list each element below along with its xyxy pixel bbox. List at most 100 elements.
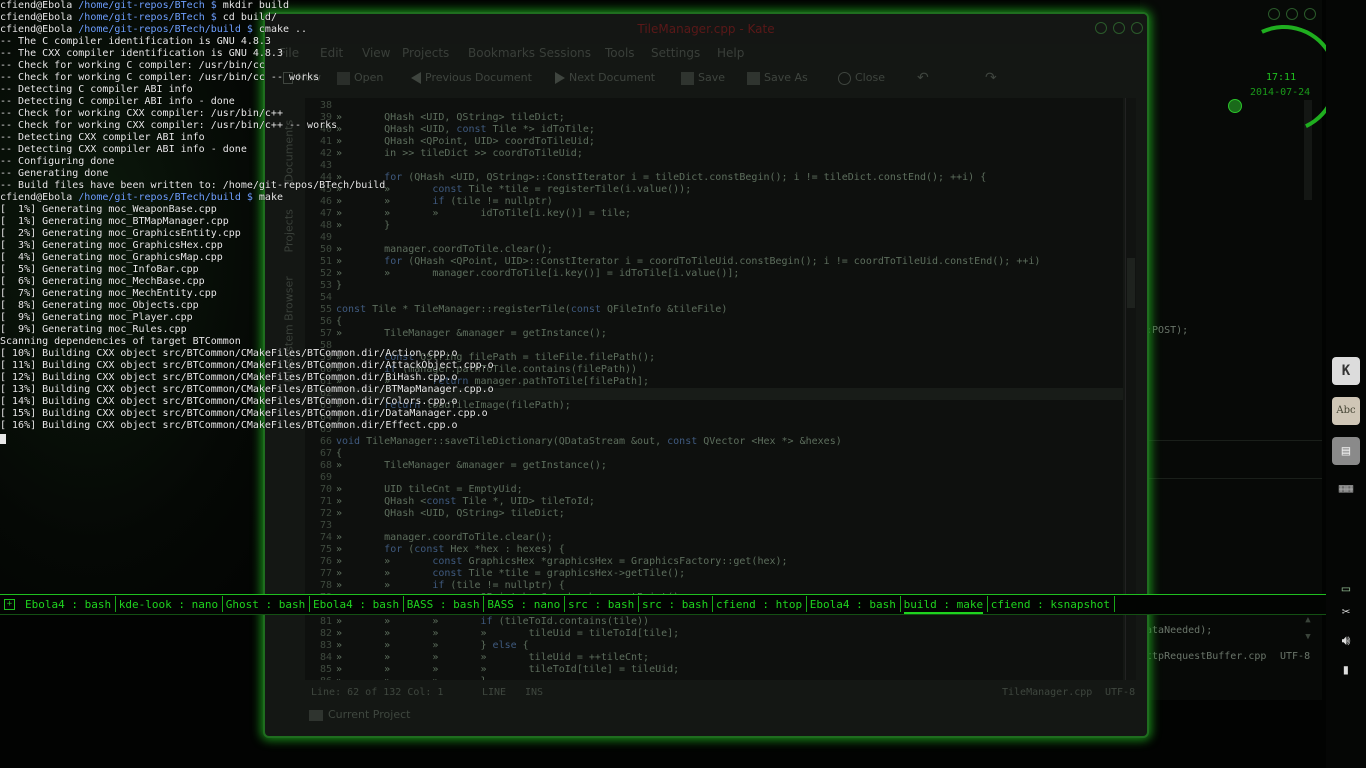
terminal-tab[interactable]: Ebola4 : bash <box>25 597 111 612</box>
code-text: » » » } else { <box>336 640 529 651</box>
bg-encoding: UTF-8 <box>1280 651 1311 662</box>
terminal-line: [ 7%] Generating moc_MechEntity.cpp <box>0 288 217 299</box>
tab-separator <box>309 596 310 612</box>
terminal-tab[interactable]: BASS : bash <box>407 597 480 612</box>
scrollbar-thumb[interactable] <box>1127 258 1135 308</box>
line-number: 85 <box>319 664 332 675</box>
bg-filename: HttpRequestBuffer.cpp <box>1140 651 1267 662</box>
prompt-user: cfiend@Ebola <box>0 192 73 203</box>
tab-separator <box>221 596 223 612</box>
terminal-line: -- Check for working CXX compiler: /usr/… <box>0 120 338 131</box>
command: cd build/ <box>216 12 277 23</box>
new-tab-icon[interactable]: + <box>4 599 15 610</box>
terminal-line: -- Check for working CXX compiler: /usr/… <box>0 108 283 119</box>
terminal-line: [ 11%] Building CXX object src/BTCommon/… <box>0 360 494 371</box>
code-line: 83 » » » } else { <box>305 640 1123 652</box>
line-number: 76 <box>319 556 332 567</box>
terminal-line: -- Configuring done <box>0 156 115 167</box>
line-number: 77 <box>319 568 332 579</box>
save-as-icon <box>747 71 760 85</box>
code-text: » » » » tileToId[tile] = tileUid; <box>336 664 680 675</box>
pager-icon[interactable]: ▦▦ <box>1332 477 1360 499</box>
maximize-icon[interactable] <box>1286 8 1298 20</box>
save-as-button[interactable]: Save As <box>747 68 808 88</box>
scissors-icon[interactable]: ✂ <box>1332 598 1360 626</box>
terminal-tab[interactable]: src : bash <box>568 597 634 612</box>
editor-scrollbar[interactable] <box>1125 98 1136 680</box>
selection-mode[interactable]: LINE <box>482 687 506 698</box>
terminal-tab[interactable]: Ebola4 : bash <box>313 597 399 612</box>
prompt-path: /home/git-repos/BTech $ <box>78 12 217 23</box>
tab-separator <box>805 596 807 612</box>
battery-icon[interactable]: ▮ <box>1332 656 1360 684</box>
status-encoding[interactable]: UTF-8 <box>1105 687 1135 698</box>
code-text: » for (const Hex *hex : hexes) { <box>336 544 565 555</box>
terminal-tab[interactable]: BASS : nano <box>487 597 560 612</box>
prompt-user: cfiend@Ebola <box>0 0 73 11</box>
bg-code-fragment: DataNeeded); <box>1140 625 1213 636</box>
terminal-line: [ 13%] Building CXX object src/BTCommon/… <box>0 384 494 395</box>
save-icon <box>681 71 694 85</box>
prompt-user: cfiend@Ebola <box>0 12 73 23</box>
save-button[interactable]: Save <box>681 68 725 88</box>
terminal-line: -- The C compiler identification is GNU … <box>0 36 271 47</box>
terminal-output[interactable]: cfiend@Ebola /home/git-repos/BTech $ mkd… <box>0 0 520 460</box>
code-line: 69 <box>305 472 1123 484</box>
menu-settings[interactable]: Settings <box>651 46 700 60</box>
window-controls <box>1268 8 1318 20</box>
minimize-icon[interactable] <box>1095 22 1107 34</box>
menu-sessions[interactable]: Sessions <box>539 46 591 60</box>
close-button[interactable]: Close <box>838 68 885 88</box>
terminal-tab[interactable]: cfiend : htop <box>716 597 802 612</box>
undo-icon[interactable]: ↶ <box>917 68 929 88</box>
next-document-button[interactable]: Next Document <box>555 68 655 88</box>
close-icon[interactable] <box>1304 8 1316 20</box>
terminal-line: -- Detecting CXX compiler ABI info - don… <box>0 144 247 155</box>
code-line: 71 » QHash <const Tile *, UID> tileToId; <box>305 496 1123 508</box>
line-number: 73 <box>319 520 332 531</box>
terminal-tab[interactable]: build : make <box>903 597 984 614</box>
dictionary-icon[interactable]: Abc <box>1332 397 1360 425</box>
terminal-tab[interactable]: src : bash <box>642 597 708 612</box>
terminal-line: -- The CXX compiler identification is GN… <box>0 48 283 59</box>
code-line: 70 » UID tileCnt = EmptyUid; <box>305 484 1123 496</box>
terminal-line: -- Generating done <box>0 168 109 179</box>
scroll-down-icon[interactable]: ▼ <box>1304 632 1312 642</box>
line-number: 81 <box>319 616 332 627</box>
terminal-line: -- Detecting C compiler ABI info <box>0 84 193 95</box>
line-number: 70 <box>319 484 332 495</box>
scroll-up-icon[interactable]: ▲ <box>1304 615 1312 625</box>
clipboard-icon[interactable]: ▤ <box>1332 437 1360 465</box>
terminal-tab[interactable]: cfiend : ksnapshot <box>991 597 1110 612</box>
terminal-line: -- Detecting CXX compiler ABI info <box>0 132 205 143</box>
maximize-icon[interactable] <box>1113 22 1125 34</box>
code-text: » manager.coordToTile.clear(); <box>336 532 553 543</box>
line-number: 68 <box>319 460 332 471</box>
terminal-line: -- Check for working C compiler: /usr/bi… <box>0 60 265 71</box>
tab-separator <box>564 596 565 612</box>
code-text: » » » » tileUid = tileToId[tile]; <box>336 628 680 639</box>
code-text: » UID tileCnt = EmptyUid; <box>336 484 523 495</box>
menu-tools[interactable]: Tools <box>605 46 635 60</box>
prompt-user: cfiend@Ebola <box>0 24 73 35</box>
minimize-icon[interactable] <box>1268 8 1280 20</box>
menu-help[interactable]: Help <box>717 46 744 60</box>
input-mode[interactable]: INS <box>525 687 543 698</box>
kde-icon[interactable]: K <box>1332 357 1360 385</box>
cursor-position: Line: 62 of 132 Col: 1 <box>311 687 444 698</box>
terminal-line: [ 9%] Generating moc_Player.cpp <box>0 312 193 323</box>
terminal-tab[interactable]: Ghost : bash <box>226 597 305 612</box>
current-project-button[interactable]: Current Project <box>309 708 410 721</box>
volume-icon[interactable]: 🔊︎ <box>1332 627 1360 655</box>
tab-separator <box>638 596 639 612</box>
terminal-line: [ 8%] Generating moc_Objects.cpp <box>0 300 199 311</box>
tab-separator <box>114 596 116 612</box>
terminal-tab[interactable]: Ebola4 : bash <box>810 597 896 612</box>
redo-icon[interactable]: ↷ <box>985 68 997 88</box>
terminal-line: [ 14%] Building CXX object src/BTCommon/… <box>0 396 458 407</box>
terminal-tab[interactable]: kde-look : nano <box>119 597 218 612</box>
code-text: » » const Tile *tile = graphicsHex->getT… <box>336 568 686 579</box>
close-icon[interactable] <box>1131 22 1143 34</box>
line-number: 69 <box>319 472 332 483</box>
line-number: 83 <box>319 640 332 651</box>
